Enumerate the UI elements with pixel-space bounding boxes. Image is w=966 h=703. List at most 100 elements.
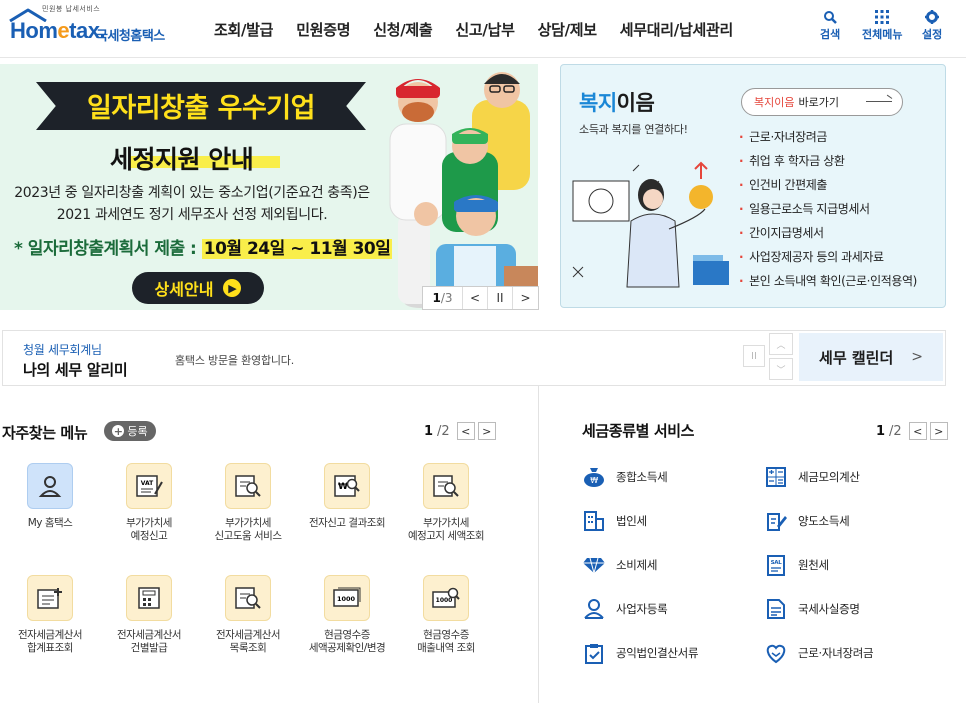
service-excise-tax[interactable]: 소비제세 — [582, 553, 657, 577]
nav-inquiry-issue[interactable]: 조회/발급 — [214, 19, 273, 40]
welfare-item[interactable]: 인건비 간편제출 — [739, 173, 917, 197]
tile-vat-help-service[interactable]: 부가가치세 신고도움 서비스 — [198, 463, 298, 543]
service-global-income-tax[interactable]: ₩ 종합소득세 — [582, 465, 668, 489]
service-public-corp-settlement[interactable]: 공익법인결산서류 — [582, 641, 699, 665]
document-search-icon — [225, 463, 271, 509]
gear-icon — [925, 8, 940, 26]
register-menu-button[interactable]: + 등록 — [104, 421, 156, 441]
tile-e-invoice-list[interactable]: 전자세금계산서 목록조회 — [198, 575, 298, 655]
service-capital-gains-tax[interactable]: 양도소득세 — [764, 509, 850, 533]
nav-tax-agent[interactable]: 세무대리/납세관리 — [620, 19, 733, 40]
vat-document-icon: VAT — [126, 463, 172, 509]
welfare-shortcut-button[interactable]: 복지이음 바로가기 — [741, 88, 903, 116]
document-search-icon — [423, 463, 469, 509]
won-document-search-icon: ₩ — [324, 463, 370, 509]
tile-e-invoice-issue[interactable]: 전자세금계산서 건별발급 — [99, 575, 199, 655]
welfare-list: 근로·자녀장려금 취업 후 학자금 상환 인건비 간편제출 일용근로소득 지급명… — [739, 125, 917, 293]
notifier-pause-button[interactable]: II — [743, 345, 765, 367]
user-icon — [27, 463, 73, 509]
header: 민원봉 납세서비스 Hometax. 국세청홈택스 조회/발급 민원증명 신청/… — [0, 0, 966, 58]
settings-button[interactable]: 설정 — [922, 8, 942, 42]
chevron-right-icon: > — [911, 349, 923, 365]
welfare-title: 복지이음 — [579, 91, 655, 115]
banner-detail-button[interactable]: 상세안내 ▶ — [132, 272, 264, 304]
tax-notifier-bar: 청월 세무회계님 나의 세무 알리미 홈택스 방문을 환영합니다. II ︿ ﹀… — [2, 330, 946, 386]
tile-cash-receipt-deduction[interactable]: 1000 현금영수증 세액공제확인/변경 — [297, 575, 397, 655]
banner-ribbon-text: 일자리창출 우수기업 — [87, 93, 315, 124]
frequent-menu-pager: 1/2 < > — [424, 422, 496, 440]
nav-consult-report[interactable]: 상담/제보 — [538, 19, 597, 40]
welfare-item[interactable]: 일용근로소득 지급명세서 — [739, 197, 917, 221]
tile-e-filing-result[interactable]: ₩ 전자신고 결과조회 — [297, 463, 397, 530]
notifier-title: 나의 세무 알리미 — [23, 361, 128, 379]
tax-calendar-button[interactable]: 세무 캘린더 > — [799, 333, 943, 381]
calculator-icon — [764, 465, 788, 489]
invoice-plus-icon — [27, 575, 73, 621]
frequent-prev-button[interactable]: < — [456, 422, 475, 440]
welfare-illustration — [572, 161, 729, 288]
all-menu-label: 전체메뉴 — [862, 28, 903, 41]
frequent-next-button[interactable]: > — [477, 422, 496, 440]
thousand-icon-text: 1000 — [337, 595, 356, 603]
tile-vat-notice-inquiry[interactable]: 부가가치세 예정고지 세액조회 — [396, 463, 496, 543]
document-edit-icon — [764, 509, 788, 533]
won-icon-text: ₩ — [590, 476, 598, 485]
user-name: 청월 세무회계님 — [23, 343, 102, 357]
banner-subtitle: 세정지원 안내 — [110, 145, 254, 174]
tax-services-title: 세금종류별 서비스 — [582, 422, 695, 440]
notifier-down-button[interactable]: ﹀ — [769, 358, 793, 380]
job-creation-banner[interactable]: 일자리창출 우수기업 세정지원 안내 2023년 중 일자리창출 계획이 있는 … — [0, 64, 538, 310]
welfare-item[interactable]: 근로·자녀장려금 — [739, 125, 917, 149]
thousand-icon-text: 1000 — [436, 597, 453, 604]
service-withholding-tax[interactable]: SAL 원천세 — [764, 553, 829, 577]
sal-icon-text: SAL — [771, 560, 783, 566]
banknote-icon: 1000 — [324, 575, 370, 621]
banner-pause-button[interactable]: II — [488, 287, 513, 309]
service-business-registration[interactable]: 사업자등록 — [582, 597, 668, 621]
service-tax-fact-certificate[interactable]: 국세사실증명 — [764, 597, 860, 621]
banner-next-button[interactable]: > — [513, 287, 538, 309]
tax-services-pager: 1/2 < > — [876, 422, 948, 440]
service-tax-simulation[interactable]: 세금모의계산 — [764, 465, 860, 489]
heart-hands-icon — [764, 641, 788, 665]
service-earned-income-credit[interactable]: 근로·자녀장려금 — [764, 641, 874, 665]
search-button[interactable]: 검색 — [820, 8, 840, 42]
certificate-icon — [764, 597, 788, 621]
welfare-item[interactable]: 사업장제공자 등의 과세자료 — [739, 245, 917, 269]
money-bag-icon: ₩ — [582, 465, 606, 489]
tax-services-next-button[interactable]: > — [929, 422, 948, 440]
tax-services-prev-button[interactable]: < — [908, 422, 927, 440]
arrow-right-icon: ▶ — [223, 279, 242, 297]
logo-korean-name: 국세청홈택스 — [96, 29, 165, 44]
diamond-icon — [582, 553, 606, 577]
search-icon — [823, 8, 838, 26]
welfare-item[interactable]: 본인 소득내역 확인(근로·인적용역) — [739, 269, 917, 293]
search-label: 검색 — [820, 28, 841, 41]
tile-vat-preliminary-return[interactable]: VAT 부가가치세 예정신고 — [99, 463, 199, 543]
main-nav: 조회/발급 민원증명 신청/제출 신고/납부 상담/제보 세무대리/납세관리 — [214, 19, 756, 40]
vat-icon-text: VAT — [141, 480, 154, 487]
welfare-item[interactable]: 간이지급명세서 — [739, 221, 917, 245]
welfare-item[interactable]: 취업 후 학자금 상환 — [739, 149, 917, 173]
service-corporate-tax[interactable]: 법인세 — [582, 509, 647, 533]
all-menu-button[interactable]: 전체메뉴 — [862, 8, 902, 42]
hometax-logo[interactable]: 민원봉 납세서비스 Hometax. 국세청홈택스 — [6, 4, 184, 50]
tile-cash-receipt-sales[interactable]: 1000 현금영수증 매출내역 조회 — [396, 575, 496, 655]
long-arrow-icon — [866, 101, 892, 102]
nav-apply-submit[interactable]: 신청/제출 — [373, 19, 432, 40]
workers-illustration — [389, 72, 538, 310]
nav-report-pay[interactable]: 신고/납부 — [455, 19, 514, 40]
notifier-up-button[interactable]: ︿ — [769, 333, 793, 355]
plus-icon: + — [112, 424, 125, 438]
tile-e-invoice-summary[interactable]: 전자세금계산서 합계표조회 — [0, 575, 100, 655]
won-icon-text: ₩ — [338, 482, 348, 492]
grid-menu-icon — [875, 8, 890, 26]
nav-civil-certificate[interactable]: 민원증명 — [296, 19, 350, 40]
section-divider — [538, 386, 539, 703]
frequent-menu-title: 자주찾는 메뉴 — [2, 424, 88, 442]
banner-prev-button[interactable]: < — [463, 287, 488, 309]
banner-pager: 1/3 < II > — [422, 286, 539, 310]
settings-label: 설정 — [922, 28, 943, 41]
tile-my-hometax[interactable]: My 홈택스 — [0, 463, 100, 530]
building-icon — [582, 509, 606, 533]
